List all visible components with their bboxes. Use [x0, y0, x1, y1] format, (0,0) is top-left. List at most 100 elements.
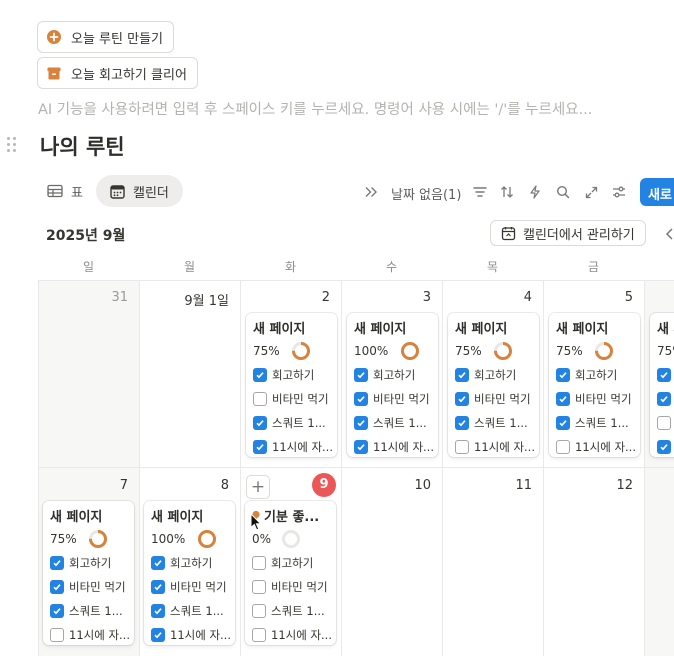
card-checkbox-row[interactable]: 11시에 자...: [556, 438, 636, 456]
checkbox-checked-icon[interactable]: [556, 392, 570, 406]
checkbox-empty-icon[interactable]: [657, 416, 671, 430]
checkbox-checked-icon[interactable]: [253, 368, 267, 382]
clear-review-button[interactable]: 오늘 회고하기 클리어: [37, 57, 198, 89]
page-card-partial[interactable]: 새 페이지 75%: [650, 313, 674, 457]
checkbox-checked-icon[interactable]: [455, 416, 469, 430]
card-progress: 100%: [354, 344, 389, 358]
card-checkbox-row[interactable]: 비타민 먹기: [253, 390, 329, 408]
double-chevron-icon[interactable]: [363, 184, 379, 200]
card-checkbox-row[interactable]: [657, 390, 674, 408]
card-checkbox-row[interactable]: 회고하기: [151, 554, 212, 572]
card-checkbox-row[interactable]: 비타민 먹기: [252, 578, 328, 596]
settings-sliders-icon[interactable]: [611, 184, 627, 200]
card-checkbox-row[interactable]: 스쿼트 1...: [50, 602, 123, 620]
page-card[interactable]: 새 페이지 75% 회고하기 비타민 먹기 스쿼트 1... 11시에 자...: [549, 313, 640, 457]
new-button[interactable]: 새로: [640, 178, 674, 206]
card-checkbox-row[interactable]: 회고하기: [455, 366, 516, 384]
checkbox-checked-icon[interactable]: [151, 580, 165, 594]
day-number: 31: [111, 290, 128, 305]
checkbox-empty-icon[interactable]: [252, 580, 266, 594]
checkbox-empty-icon[interactable]: [252, 628, 266, 642]
checkbox-empty-icon[interactable]: [50, 628, 64, 642]
make-routine-button[interactable]: 오늘 루틴 만들기: [37, 21, 174, 53]
tab-table[interactable]: 표: [47, 175, 83, 207]
card-checkbox-row[interactable]: 비타민 먹기: [151, 578, 227, 596]
card-checkbox-row[interactable]: 비타민 먹기: [455, 390, 531, 408]
card-item-label: 11시에 자...: [575, 440, 636, 454]
checkbox-checked-icon[interactable]: [657, 392, 671, 406]
card-checkbox-row[interactable]: [657, 438, 674, 456]
card-checkbox-row[interactable]: 회고하기: [253, 366, 314, 384]
search-icon[interactable]: [555, 184, 571, 200]
filter-icon[interactable]: [472, 184, 488, 200]
prev-month-icon[interactable]: [664, 226, 674, 245]
checkbox-checked-icon[interactable]: [253, 416, 267, 430]
page-card[interactable]: 새 페이지 75% 회고하기 비타민 먹기 스쿼트 1... 11시에 자...: [43, 501, 134, 645]
card-checkbox-row[interactable]: 11시에 자...: [50, 626, 130, 644]
manage-in-calendar-button[interactable]: 캘린더에서 관리하기: [490, 220, 646, 246]
card-item-label: 비타민 먹기: [474, 392, 531, 406]
card-checkbox-row[interactable]: [657, 414, 674, 432]
card-checkbox-row[interactable]: 11시에 자...: [252, 626, 332, 644]
checkbox-checked-icon[interactable]: [50, 604, 64, 618]
checkbox-checked-icon[interactable]: [354, 416, 368, 430]
checkbox-checked-icon[interactable]: [50, 580, 64, 594]
card-checkbox-row[interactable]: 11시에 자...: [455, 438, 535, 456]
checkbox-empty-icon[interactable]: [252, 604, 266, 618]
expand-icon[interactable]: [583, 184, 599, 200]
checkbox-checked-icon[interactable]: [253, 440, 267, 454]
checkbox-checked-icon[interactable]: [354, 368, 368, 382]
month-label: 2025년 9월: [46, 228, 126, 244]
checkbox-checked-icon[interactable]: [50, 556, 64, 570]
checkbox-checked-icon[interactable]: [556, 416, 570, 430]
card-checkbox-row[interactable]: 스쿼트 1...: [151, 602, 224, 620]
card-checkbox-row[interactable]: 회고하기: [556, 366, 617, 384]
checkbox-checked-icon[interactable]: [151, 604, 165, 618]
checkbox-empty-icon[interactable]: [455, 440, 469, 454]
card-checkbox-row[interactable]: 스쿼트 1...: [252, 602, 325, 620]
card-checkbox-row[interactable]: 스쿼트 1...: [455, 414, 528, 432]
card-checkbox-row[interactable]: 스쿼트 1...: [556, 414, 629, 432]
tab-table-label: 표: [71, 185, 83, 201]
page-card[interactable]: 새 페이지 75% 회고하기 비타민 먹기 스쿼트 1... 11시에 자...: [448, 313, 539, 457]
plus-bubble-icon: [46, 29, 62, 45]
tab-calendar[interactable]: 캘린더: [96, 175, 183, 207]
no-date-button[interactable]: 날짜 없음(1): [391, 184, 461, 203]
page-card[interactable]: 새 페이지 100% 회고하기 비타민 먹기 스쿼트 1... 11시에 자...: [144, 501, 235, 645]
checkbox-empty-icon[interactable]: [253, 392, 267, 406]
checkbox-empty-icon[interactable]: [556, 440, 570, 454]
day-number: 10: [414, 478, 431, 493]
card-checkbox-row[interactable]: 회고하기: [50, 554, 111, 572]
automation-bolt-icon[interactable]: [527, 184, 543, 200]
checkbox-checked-icon[interactable]: [657, 368, 671, 382]
checkbox-empty-icon[interactable]: [252, 556, 266, 570]
sort-icon[interactable]: [499, 184, 515, 200]
checkbox-checked-icon[interactable]: [151, 556, 165, 570]
checkbox-checked-icon[interactable]: [455, 392, 469, 406]
checkbox-checked-icon[interactable]: [455, 368, 469, 382]
checkbox-checked-icon[interactable]: [657, 440, 671, 454]
card-item-label: 비타민 먹기: [69, 580, 126, 594]
card-checkbox-row[interactable]: 11시에 자...: [151, 626, 231, 644]
checkbox-checked-icon[interactable]: [354, 440, 368, 454]
card-checkbox-row[interactable]: 비타민 먹기: [50, 578, 126, 596]
checkbox-checked-icon[interactable]: [151, 628, 165, 642]
editor-hint[interactable]: AI 기능을 사용하려면 입력 후 스페이스 키를 누르세요. 명령어 사용 시…: [38, 98, 592, 119]
checkbox-checked-icon[interactable]: [556, 368, 570, 382]
cell-bg-prev-month: [38, 281, 139, 467]
card-checkbox-row[interactable]: 11시에 자...: [354, 438, 434, 456]
checkbox-checked-icon[interactable]: [354, 392, 368, 406]
card-checkbox-row[interactable]: 스쿼트 1...: [354, 414, 427, 432]
card-checkbox-row[interactable]: 스쿼트 1...: [253, 414, 326, 432]
card-checkbox-row[interactable]: 비타민 먹기: [556, 390, 632, 408]
card-item-label: 11시에 자...: [170, 628, 231, 642]
card-checkbox-row[interactable]: 11시에 자...: [253, 438, 333, 456]
card-checkbox-row[interactable]: 회고하기: [252, 554, 313, 572]
page-card[interactable]: 새 페이지 75% 회고하기 비타민 먹기 스쿼트 1... 11시에 자...: [246, 313, 337, 457]
add-page-button[interactable]: +: [246, 475, 270, 499]
card-checkbox-row[interactable]: 비타민 먹기: [354, 390, 430, 408]
card-checkbox-row[interactable]: [657, 366, 674, 384]
drag-handle-icon[interactable]: [7, 137, 17, 153]
page-card[interactable]: 새 페이지 100% 회고하기 비타민 먹기 스쿼트 1... 11시에 자...: [347, 313, 438, 457]
card-checkbox-row[interactable]: 회고하기: [354, 366, 415, 384]
